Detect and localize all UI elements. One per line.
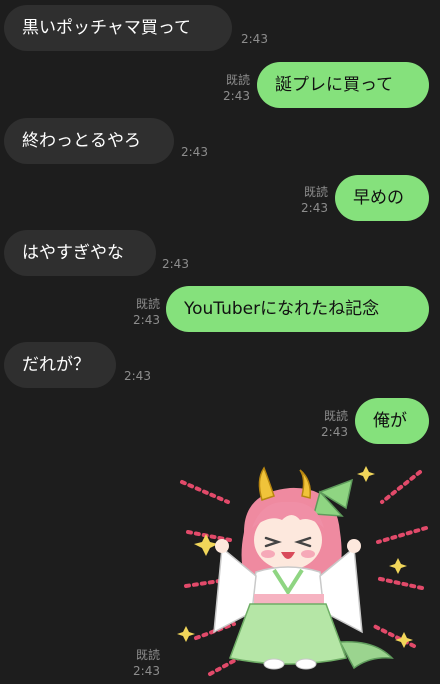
message-time: 2:43 — [181, 145, 208, 159]
message-bubble-outgoing[interactable]: 俺が — [355, 398, 429, 444]
anime-oni-girl-sticker[interactable] — [170, 462, 432, 680]
message-time: 2:43 — [301, 201, 328, 215]
message-time: 2:43 — [124, 369, 151, 383]
read-receipt: 既読 — [225, 73, 250, 87]
message-time: 2:43 — [133, 313, 160, 327]
message-time: 2:43 — [241, 32, 268, 46]
message-bubble-incoming[interactable]: 黒いポッチャマ買って — [4, 5, 232, 51]
message-time: 2:43 — [321, 425, 348, 439]
read-receipt: 既読 — [135, 297, 160, 311]
message-bubble-incoming[interactable]: だれが？ — [4, 342, 116, 388]
message-bubble-incoming[interactable]: 終わっとるやろ — [4, 118, 174, 164]
message-bubble-outgoing[interactable]: 誕プレに買って — [257, 62, 429, 108]
message-bubble-incoming[interactable]: はやすぎやな — [4, 230, 156, 276]
message-time: 2:43 — [162, 257, 189, 271]
sticker-illustration — [177, 466, 428, 676]
read-receipt: 既読 — [303, 185, 328, 199]
message-time: 2:43 — [133, 664, 160, 678]
message-time: 2:43 — [223, 89, 250, 103]
read-receipt: 既読 — [135, 648, 160, 662]
message-bubble-outgoing[interactable]: YouTuberになれたね記念 — [166, 286, 429, 332]
message-bubble-outgoing[interactable]: 早めの — [335, 175, 429, 221]
read-receipt: 既読 — [323, 409, 348, 423]
